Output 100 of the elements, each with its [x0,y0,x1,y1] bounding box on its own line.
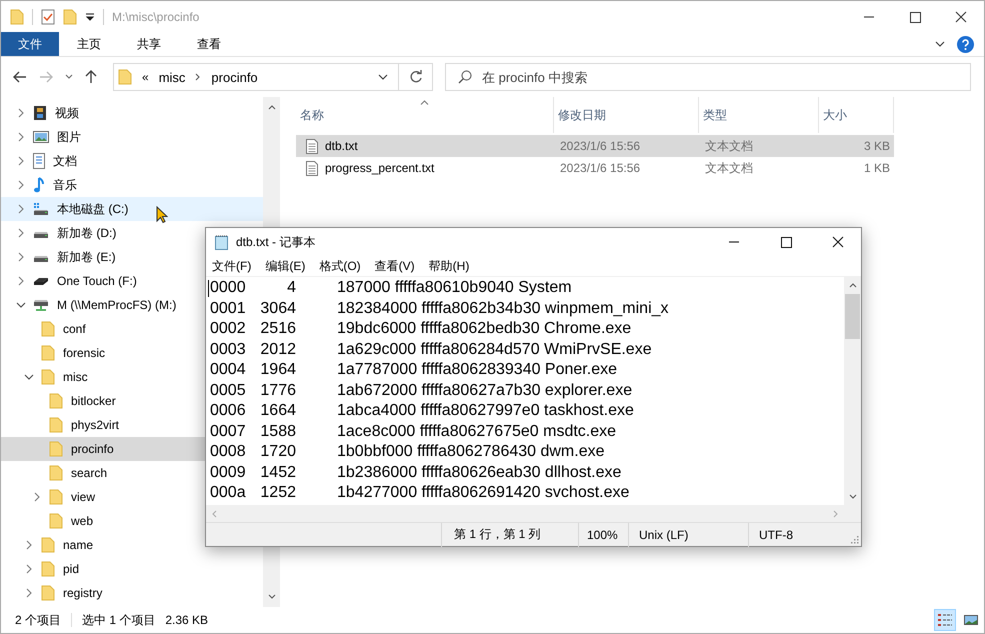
tree-item[interactable]: 本地磁盘 (C:) [1,197,263,221]
column-header[interactable]: 类型 [699,97,819,133]
text-line-index: 0001 [210,300,247,318]
item-count: 2 个项目 [15,612,62,628]
chevron-right-icon[interactable] [18,156,24,166]
scroll-down-icon[interactable] [268,594,276,599]
chevron-right-icon[interactable] [26,564,32,574]
help-icon[interactable] [957,36,974,52]
search-field[interactable]: 在 procinfo 中搜索 [445,63,971,91]
scroll-up-icon[interactable] [268,105,276,110]
menu-item[interactable]: 文件(F) [212,258,252,274]
notepad-icon [214,234,230,250]
chevron-down-icon[interactable] [16,302,26,308]
ribbon-tab[interactable]: 共享 [119,32,179,56]
refresh-icon[interactable] [408,70,422,84]
search-icon [458,70,472,84]
menu-item[interactable]: 查看(V) [374,258,415,274]
text-line-pid: 1964 [259,361,296,380]
selection-count: 选中 1 个项目 [82,612,156,628]
text-line-index: 0002 [210,320,247,338]
text-line-content: 1ab672000 fffffa80627a7b30 explorer.exe [337,382,632,400]
chevron-right-icon[interactable] [18,276,24,286]
ribbon-tab[interactable]: 主页 [59,32,119,56]
tree-item[interactable]: 视频 [1,101,263,125]
tree-item[interactable]: registry [1,581,263,605]
file-row[interactable]: progress_percent.txt 2023/1/6 15:56 文本文档 1 KB [296,157,894,179]
ribbon-tab[interactable]: 查看 [179,32,239,56]
breadcrumb-item[interactable]: procinfo [211,70,258,84]
chevron-right-icon[interactable] [18,180,24,190]
chevron-down-icon[interactable] [378,73,388,81]
text-line-pid: 1252 [259,484,296,502]
tree-item-label: One Touch (F:) [57,274,137,288]
tree-item-label: registry [63,586,102,600]
selection-size: 2.36 KB [165,613,208,627]
text-line-index: 0004 [210,361,247,380]
modified-date: 2023/1/6 15:56 [559,161,642,175]
text-line-content: 1b2386000 fffffa80626eab30 dllhost.exe [337,464,622,482]
scroll-down-icon[interactable] [848,494,856,499]
tree-item[interactable]: 图片 [1,125,263,149]
text-line-pid: 2516 [259,320,296,338]
tree-item-label: 新加卷 (D:) [57,224,116,242]
chevron-right-icon[interactable] [18,132,24,142]
document-icon [33,153,45,169]
column-header[interactable]: 修改日期 [554,97,699,133]
file-row[interactable]: dtb.txt 2023/1/6 15:56 文本文档 3 KB [296,135,894,157]
tree-item[interactable]: web [1,509,263,533]
text-line-content: 1abca4000 fffffa80627997e0 taskhost.exe [337,402,634,420]
chevron-down-icon[interactable] [935,40,945,48]
text-line-index: 0003 [210,340,247,359]
tree-item[interactable]: 文档 [1,149,263,173]
chevron-right-icon[interactable] [18,204,24,214]
menu-item[interactable]: 编辑(E) [265,258,306,274]
folder-icon [41,321,55,337]
text-line-content: 187000 fffffa80610b9040 System [337,279,572,298]
folder-icon [49,441,63,457]
chevron-right-icon[interactable] [18,108,24,118]
details-view-button[interactable] [934,609,956,631]
scrollbar-thumb[interactable] [845,294,860,339]
breadcrumb-item[interactable]: misc [158,70,186,84]
tree-item[interactable]: 音乐 [1,173,263,197]
menu-item[interactable]: 帮助(H) [428,258,470,274]
chevron-right-icon[interactable] [26,540,32,550]
column-header[interactable]: 大小 [819,97,894,133]
address-bar[interactable]: « misc procinfo [113,63,433,91]
text-line-pid: 1664 [259,402,296,420]
music-note-icon [33,177,45,193]
menu-item[interactable]: 格式(O) [319,258,361,274]
back-arrow-icon[interactable] [13,71,27,83]
cursor-position: 第 1 行，第 1 列 [441,522,578,546]
up-arrow-icon[interactable] [85,70,97,84]
dropdown-icon[interactable] [85,12,95,22]
text-line-index: 0009 [210,464,247,482]
overflow-chevrons[interactable]: « [142,70,149,84]
tree-item-label: web [71,514,94,528]
tree-item-label: bitlocker [71,394,116,408]
text-line-pid: 4 [286,279,296,298]
column-header[interactable]: 名称 [296,97,554,133]
tree-item[interactable]: name [1,533,263,557]
tree-item[interactable]: pid [1,557,263,581]
chevron-down-icon[interactable] [65,74,73,80]
scroll-up-icon[interactable] [848,283,856,288]
chevron-right-icon[interactable] [34,492,40,502]
folder-icon [41,585,55,601]
ribbon-tab[interactable]: 文件 [1,32,59,56]
film-icon [33,105,47,121]
network-drive-icon [33,298,49,312]
chevron-right-icon[interactable] [26,588,32,598]
tree-item-label: search [71,466,108,480]
text-line-pid: 1452 [259,464,296,482]
sort-ascending-icon [420,100,429,105]
text-line-content: 1ace8c000 fffffa80627675e0 msdtc.exe [337,422,616,441]
chevron-down-icon[interactable] [24,374,34,380]
chevron-right-icon[interactable] [18,228,24,238]
chevron-right-icon[interactable] [18,252,24,262]
text-line-pid: 1776 [259,382,296,400]
text-line-content: 182384000 fffffa8062b34b30 winpmem_mini_x [337,300,669,318]
resize-grip-icon[interactable] [851,536,859,544]
file-type: 文本文档 [704,138,754,154]
properties-icon[interactable] [41,8,55,24]
chevron-right-icon[interactable] [195,73,202,81]
